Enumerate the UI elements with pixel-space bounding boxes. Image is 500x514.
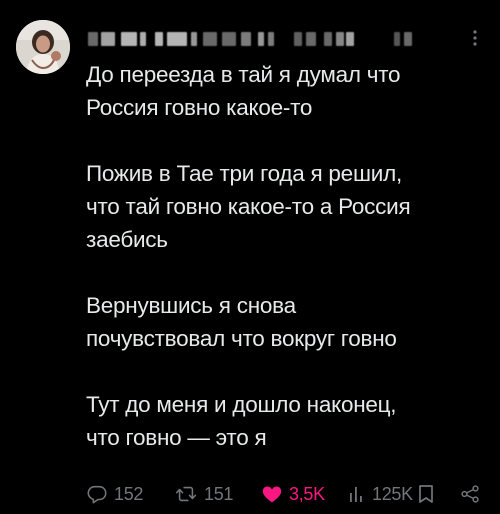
tweet-line: Пожив в Тае три года я решил, [86, 161, 402, 186]
tweet-paragraph: До переезда в тай я думал что Россия гов… [86, 58, 486, 124]
avatar[interactable] [16, 20, 70, 74]
avatar-photo [16, 20, 70, 74]
bookmark-icon [419, 485, 433, 503]
heart-icon [262, 486, 282, 503]
reply-count: 152 [114, 483, 144, 504]
tweet-line: почувствовал что вокруг говно [86, 326, 397, 351]
tweet-line: заебись [86, 227, 168, 252]
tweet-paragraph: Вернувшись я снова почувствовал что вокр… [86, 289, 486, 355]
more-icon[interactable] [472, 28, 478, 48]
tweet-line: что тай говно какое-то а Россия [86, 194, 411, 219]
like-count: 3,5K [289, 483, 325, 504]
views-icon [350, 487, 362, 502]
tweet-text: До переезда в тай я думал что Россия гов… [86, 58, 486, 454]
tweet-line: До переезда в тай я думал что [86, 62, 401, 87]
reply-icon [87, 485, 107, 504]
repost-button[interactable]: 151 [174, 478, 233, 510]
repost-count: 151 [204, 483, 234, 504]
tweet-line: Тут до меня и дошло наконец, [86, 392, 397, 417]
action-bar: 152 151 3,5K 125K [86, 478, 490, 510]
tweet-paragraph: Пожив в Тае три года я решил, что тай го… [86, 157, 486, 256]
tweet-header [88, 26, 484, 52]
views-button[interactable]: 125K [348, 478, 413, 510]
tweet-line: Россия говно какое-то [86, 95, 313, 120]
like-button[interactable]: 3,5K [261, 478, 325, 510]
views-count: 125K [372, 483, 413, 504]
reply-button[interactable]: 152 [86, 478, 143, 510]
share-icon [461, 485, 479, 503]
share-button[interactable] [458, 478, 482, 510]
bookmark-button[interactable] [417, 478, 435, 510]
tweet-paragraph: Тут до меня и дошло наконец, что говно —… [86, 388, 486, 454]
tweet-card[interactable]: До переезда в тай я думал что Россия гов… [0, 0, 500, 514]
author-name-blurred[interactable] [88, 32, 448, 46]
tweet-line: Вернувшись я снова [86, 293, 296, 318]
tweet-line: что говно — это я [86, 425, 267, 450]
repost-icon [175, 486, 197, 502]
